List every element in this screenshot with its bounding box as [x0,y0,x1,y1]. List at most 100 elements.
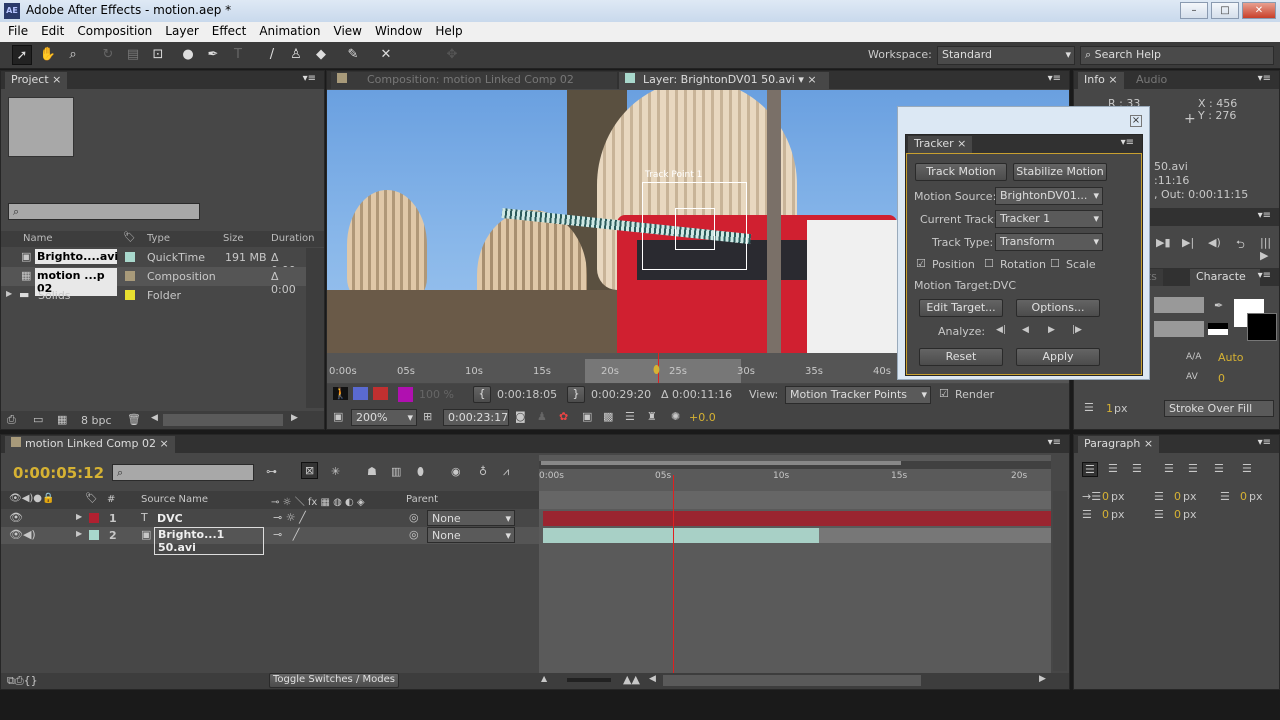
scale-checkbox[interactable]: ☐ [1050,257,1060,270]
hide-shy-layers-icon[interactable]: ☗ [367,465,377,478]
stroke-color-swatch[interactable] [1247,313,1277,341]
channels-icon[interactable]: ✿ [559,410,568,423]
zoom-out-icon[interactable]: ▲ [541,674,547,683]
tracking-value[interactable]: 0 [1218,372,1225,385]
indent-left-value[interactable]: 0 [1102,490,1109,503]
ellipse-tool-icon[interactable]: ● [178,45,198,65]
apply-button[interactable]: Apply [1016,348,1100,366]
col-source-name[interactable]: Source Name [141,494,208,505]
stroke-width-value[interactable]: 1 [1106,402,1113,415]
panel-menu-icon[interactable]: ▾≡ [1258,210,1271,221]
tab-audio[interactable]: Audio [1130,72,1174,89]
pick-whip-icon[interactable]: ◎ [409,528,419,541]
show-snapshot-icon[interactable]: ♟ [537,410,547,423]
always-preview-icon[interactable]: ▣ [333,410,343,423]
space-before-value[interactable]: 0 [1102,508,1109,521]
menu-help[interactable]: Help [433,22,469,42]
align-center-icon[interactable]: ☰ [1108,462,1118,475]
current-time-indicator[interactable] [673,475,674,675]
panel-menu-icon[interactable]: ▾≡ [1048,437,1061,448]
menu-composition[interactable]: Composition [75,22,159,42]
layer-row[interactable]: 👁 ▶ 1 T DVC ⊸ ☼ ╱ ◎ None ▾ [1,510,539,527]
current-time-display[interactable]: 0:00:05:12 [13,464,104,482]
exposure-value[interactable]: +0.0 [689,411,716,424]
panel-menu-icon[interactable]: ▾≡ [1258,73,1271,84]
time-navigator[interactable] [541,461,901,465]
comp-mini-flowchart-icon[interactable]: ⊶ [266,465,277,478]
rotation-checkbox[interactable]: ☐ [984,257,994,270]
stabilize-motion-button[interactable]: Stabilize Motion [1013,163,1107,181]
panel-menu-icon[interactable]: ▾≡ [1258,270,1271,281]
layer-bar-brighton[interactable] [543,528,819,543]
justify-left-icon[interactable]: ☰ [1164,462,1174,475]
show-channel-icon[interactable] [353,387,368,400]
menu-layer[interactable]: Layer [163,22,205,42]
bpc-button[interactable]: 8 bpc [81,414,112,427]
col-duration[interactable]: Duration [271,233,314,244]
layer-name[interactable]: DVC [157,512,183,525]
justify-all-icon[interactable]: ☰ [1242,462,1252,475]
expand-arrow-icon[interactable]: ▶ [76,529,82,538]
horizontal-scrollbar[interactable] [663,675,921,686]
render-checkbox[interactable]: ☑ [939,387,949,400]
graph-editor-icon[interactable]: ⩘ [503,465,509,479]
timeline-graph[interactable]: 0:00s 05s 10s 15s 20s [539,455,1051,675]
analyze-one-back-icon[interactable]: ◀ [1022,325,1029,335]
scroll-left-icon[interactable]: ◀ [649,674,656,684]
new-folder-icon[interactable]: ▭ [33,413,43,426]
set-out-point-button[interactable]: } [567,386,585,403]
tab-timeline[interactable]: motion Linked Comp 02 × [5,436,175,453]
timeline-scrollbar[interactable] [1053,491,1067,671]
zoom-tool-icon[interactable]: ⌕ [63,45,83,65]
eraser-tool-icon[interactable]: ◆ [311,45,331,65]
clone-stamp-tool-icon[interactable]: ♙ [286,45,306,65]
camera-tool-icon[interactable]: ▤ [123,45,143,65]
first-line-indent-value[interactable]: 0 [1240,490,1247,503]
col-type[interactable]: Type [147,233,170,244]
parent-dropdown[interactable]: None ▾ [427,510,515,526]
current-track-dropdown[interactable]: Tracker 1 ▾ [995,210,1103,228]
minimize-button[interactable]: – [1180,2,1208,19]
type-tool-icon[interactable]: T [228,45,248,65]
auto-keyframe-icon[interactable]: ♁ [479,465,487,478]
justify-right-icon[interactable]: ☰ [1214,462,1224,475]
edit-target-button[interactable]: Edit Target... [919,299,1003,317]
axis-mode-icon[interactable]: ✥ [442,45,462,65]
analyze-forward-icon[interactable]: |▶ [1072,325,1082,335]
panel-menu-icon[interactable]: ▾≡ [303,73,316,84]
selection-tool-icon[interactable]: ➚ [12,45,32,65]
eye-audio-icon[interactable]: 👁◀) [9,528,36,541]
ram-preview-icon[interactable]: |||▶ [1260,236,1279,262]
panel-menu-icon[interactable]: ▾≡ [1258,437,1271,448]
pen-tool-icon[interactable]: ✒ [203,45,223,65]
menu-window[interactable]: Window [373,22,429,42]
alpha-icon[interactable] [373,387,388,400]
search-help-input[interactable]: ⌕ Search Help [1080,46,1274,65]
puppet-pin-tool-icon[interactable]: ✕ [376,45,396,65]
set-in-point-button[interactable]: { [473,386,491,403]
frame-blending-icon[interactable]: ▥ [391,465,401,478]
scroll-right-icon[interactable]: ▶ [1039,674,1046,684]
pick-whip-icon[interactable]: ◎ [409,511,419,524]
parent-dropdown[interactable]: None ▾ [427,527,515,543]
reset-button[interactable]: Reset [919,348,1003,366]
last-frame-icon[interactable]: ▶| [1182,236,1194,249]
font-style-dropdown[interactable] [1154,321,1204,337]
snapshot-icon[interactable]: ◙ [515,410,526,423]
opacity-value[interactable]: 100 % [419,388,454,401]
trash-icon[interactable]: 🗑 [127,413,141,426]
pan-behind-tool-icon[interactable]: ⊡ [148,45,168,65]
tab-info[interactable]: Info × [1078,72,1124,89]
magnification-dropdown[interactable]: 200% ▾ [351,409,417,426]
project-search-input[interactable]: ⌕ [8,203,200,220]
maximize-button[interactable]: □ [1211,2,1239,19]
project-scrollbar[interactable] [306,248,324,408]
loop-icon[interactable]: ⮌ [1236,236,1245,255]
expand-arrow-icon[interactable]: ▶ [6,289,12,298]
analyze-one-forward-icon[interactable]: ▶ [1048,325,1055,335]
draft-3d-icon[interactable]: ✳ [331,465,340,478]
scroll-left-icon[interactable]: ◀ [151,413,158,423]
brainstorm-icon[interactable]: ◉ [451,465,461,478]
tab-tracker[interactable]: Tracker × [908,136,973,153]
black-white-swatch[interactable] [1208,323,1228,335]
